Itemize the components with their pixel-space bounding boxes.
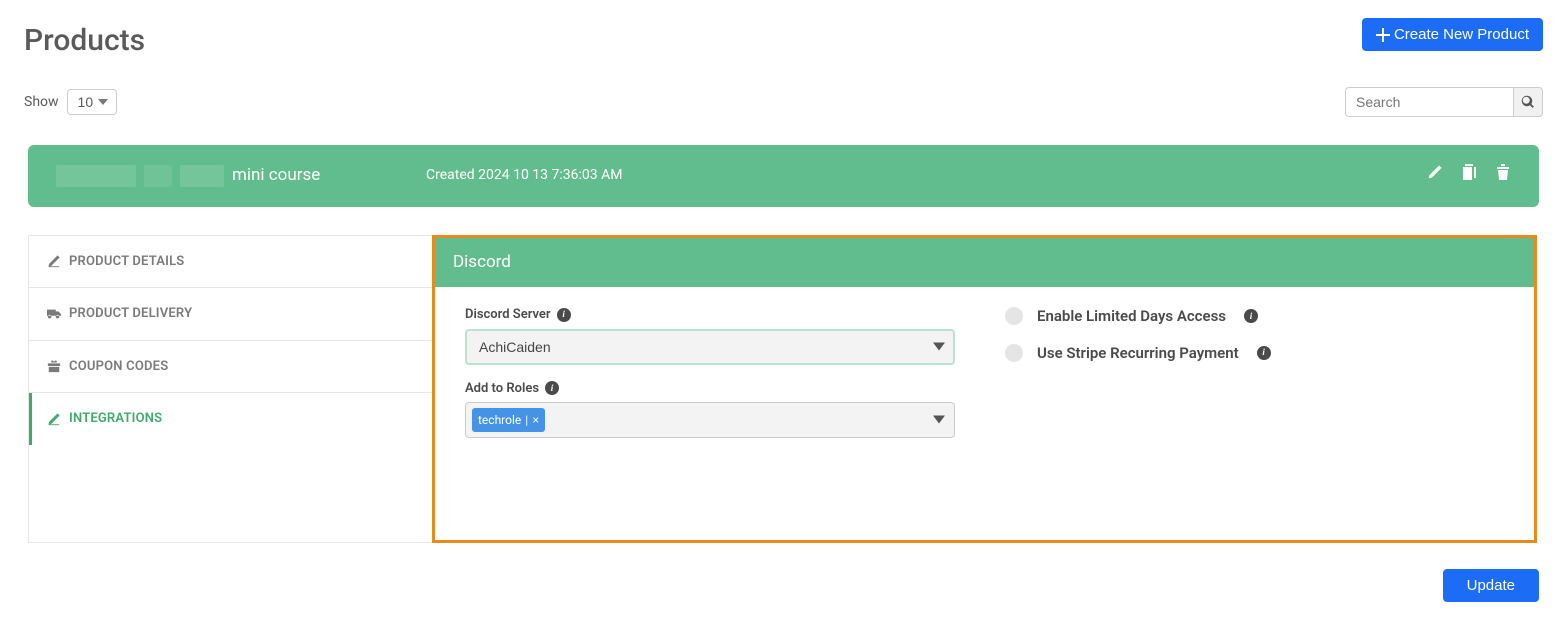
product-title-suffix: mini course: [232, 163, 320, 189]
info-icon[interactable]: i: [1244, 309, 1258, 323]
sidebar-item-label: PRODUCT DELIVERY: [69, 304, 192, 324]
roles-select[interactable]: techrole | ×: [465, 402, 955, 438]
discord-server-select[interactable]: AchiCaiden: [465, 329, 955, 365]
create-product-label: Create New Product: [1394, 26, 1529, 43]
search-input[interactable]: [1345, 87, 1513, 117]
masked-text: [144, 165, 172, 187]
stripe-recurring-toggle[interactable]: [1005, 344, 1023, 362]
remove-role-button[interactable]: ×: [532, 411, 539, 429]
create-product-button[interactable]: Create New Product: [1362, 18, 1543, 51]
show-select[interactable]: 10: [67, 89, 117, 115]
role-pill-label: techrole: [478, 411, 521, 429]
page-title: Products: [24, 18, 145, 63]
plus-icon: [1376, 28, 1390, 42]
gift-icon: [47, 359, 61, 373]
sidebar-item-label: INTEGRATIONS: [69, 409, 162, 429]
sidebar: PRODUCT DETAILS PRODUCT DELIVERY COUPON …: [28, 235, 432, 544]
truck-icon: [47, 307, 61, 321]
edit-icon: [47, 254, 61, 268]
masked-text: [56, 165, 136, 187]
edit-product-button[interactable]: [1427, 164, 1443, 187]
masked-text: [180, 165, 224, 187]
update-button[interactable]: Update: [1443, 569, 1539, 602]
limited-access-toggle[interactable]: [1005, 307, 1023, 325]
discord-panel: Discord Discord Server i AchiCaiden: [432, 235, 1537, 544]
product-card[interactable]: mini course Created 2024 10 13 7:36:03 A…: [28, 145, 1539, 207]
sidebar-item-label: PRODUCT DETAILS: [69, 252, 184, 272]
search-group: [1345, 87, 1543, 117]
search-icon: [1521, 95, 1535, 109]
add-roles-label: Add to Roles: [465, 379, 539, 399]
delete-product-button[interactable]: [1495, 164, 1511, 187]
duplicate-product-button[interactable]: [1461, 164, 1477, 187]
stripe-recurring-label: Use Stripe Recurring Payment: [1037, 342, 1239, 365]
sidebar-item-label: COUPON CODES: [69, 357, 168, 377]
sidebar-item-coupon-codes[interactable]: COUPON CODES: [29, 341, 432, 394]
show-group: Show 10: [24, 89, 117, 115]
sidebar-item-integrations[interactable]: INTEGRATIONS: [29, 393, 432, 445]
edit-icon: [47, 412, 61, 426]
limited-access-label: Enable Limited Days Access: [1037, 305, 1226, 328]
info-icon[interactable]: i: [1257, 346, 1271, 360]
role-pill: techrole | ×: [472, 408, 545, 432]
info-icon[interactable]: i: [557, 308, 571, 322]
product-created-text: Created 2024 10 13 7:36:03 AM: [426, 165, 1427, 186]
discord-server-label: Discord Server: [465, 305, 551, 325]
info-icon[interactable]: i: [545, 381, 559, 395]
pencil-icon: [1427, 164, 1443, 180]
sidebar-item-product-delivery[interactable]: PRODUCT DELIVERY: [29, 288, 432, 341]
panel-title: Discord: [435, 238, 1534, 288]
role-separator: |: [523, 411, 530, 429]
sidebar-item-product-details[interactable]: PRODUCT DETAILS: [29, 236, 432, 289]
search-button[interactable]: [1513, 87, 1543, 117]
copy-icon: [1461, 164, 1477, 180]
trash-icon: [1495, 164, 1511, 180]
show-label: Show: [24, 92, 59, 113]
